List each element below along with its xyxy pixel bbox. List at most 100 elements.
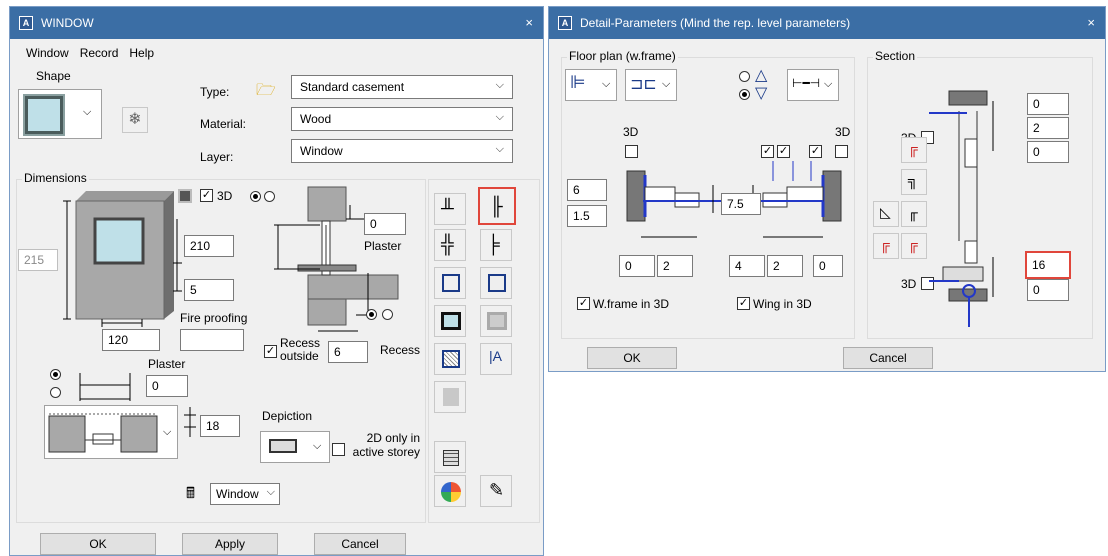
menu-record[interactable]: Record (80, 46, 119, 60)
window-title: WINDOW (41, 16, 94, 30)
triangle-up-icon: △ (755, 67, 768, 84)
fp-value-0a[interactable]: 0 (619, 255, 655, 277)
cancel-button[interactable]: Cancel (314, 533, 406, 555)
fp-value-2a[interactable]: 2 (657, 255, 693, 277)
fire-proofing-field[interactable] (180, 329, 244, 351)
section-icon-4[interactable]: ╓ (901, 201, 927, 227)
frame-icon-1[interactable] (434, 305, 466, 337)
frame-style-select[interactable]: ⊫ ⌵ (565, 69, 617, 101)
attribute-icon-disabled (434, 381, 466, 413)
3d-left-label: 3D (623, 125, 639, 139)
menu-window[interactable]: Window (26, 46, 69, 60)
close-icon[interactable]: × (525, 15, 533, 30)
radio-right-mid[interactable] (382, 309, 393, 320)
3d-right-checkbox[interactable] (835, 145, 848, 158)
opening-type-icon-4[interactable]: ╞ (480, 229, 512, 261)
check-b[interactable]: ✓ (777, 145, 790, 158)
radio-down[interactable] (739, 89, 750, 100)
radio-left-mid[interactable] (366, 309, 377, 320)
material-select[interactable]: Wood ⌵ (291, 107, 513, 131)
fp-value-6[interactable]: 6 (567, 179, 607, 201)
fp-value-2b[interactable]: 2 (767, 255, 803, 277)
window-select[interactable]: Window ⌵ (210, 483, 280, 505)
fp-value-7-5[interactable]: 7.5 (721, 193, 761, 215)
section-value-2[interactable]: 2 (1027, 117, 1069, 139)
close-icon[interactable]: × (1087, 15, 1095, 30)
radio-plaster-1[interactable] (50, 369, 61, 380)
recess-outside-checkbox[interactable]: ✓ (264, 345, 277, 358)
plaster-bottom-field[interactable]: 0 (146, 375, 188, 397)
ok-button[interactable]: OK (40, 533, 156, 555)
depiction-field[interactable]: 18 (200, 415, 240, 437)
color-wheel-icon[interactable] (434, 475, 466, 507)
wing-style-select[interactable]: ⊐⊏ ⌵ (625, 69, 677, 101)
wing-3d-checkbox[interactable]: ✓ (737, 297, 750, 310)
wframe-3d-checkbox[interactable]: ✓ (577, 297, 590, 310)
opening-type-icon-1[interactable]: ╨ (434, 193, 466, 225)
menu-bar: Window Record Help (10, 39, 543, 67)
fp-value-1-5[interactable]: 1.5 (567, 205, 607, 227)
section-value-0c[interactable]: 0 (1027, 279, 1069, 301)
detail-cancel-button[interactable]: Cancel (843, 347, 933, 369)
apply-button[interactable]: Apply (182, 533, 278, 555)
frame-style-icon: ⊫ (570, 72, 586, 92)
section-value-16[interactable]: 16 (1025, 251, 1071, 279)
3d-right-label: 3D (835, 125, 851, 139)
2d-only-label: 2D only in active storey (352, 431, 420, 459)
anchor-dimension-icon[interactable]: |A (480, 343, 512, 375)
folder-icon[interactable]: 🗁 (256, 79, 276, 106)
window-titlebar[interactable]: A WINDOW × (10, 7, 543, 39)
calculator-icon[interactable]: 🖩 (186, 483, 195, 508)
sill-field[interactable]: 5 (184, 279, 234, 301)
sill-icon-1[interactable] (434, 267, 466, 299)
plaster-top-field[interactable]: 0 (364, 213, 406, 235)
detail-ok-button[interactable]: OK (587, 347, 677, 369)
shape-selector[interactable]: ⌵ (18, 89, 102, 139)
section-icon-3[interactable]: ◺ (873, 201, 899, 227)
chevron-down-icon: ⌵ (83, 106, 92, 118)
brick-icon[interactable] (434, 441, 466, 473)
depiction-select[interactable]: ⌵ (260, 431, 330, 463)
section-drawing (929, 90, 994, 327)
pen-icon[interactable]: ✎ (480, 475, 512, 507)
section-icon-1[interactable]: ╔ (901, 137, 927, 163)
fp-value-0b[interactable]: 0 (813, 255, 843, 277)
chevron-down-icon: ⌵ (602, 78, 611, 90)
2d-only-checkbox[interactable] (332, 443, 345, 456)
snowflake-icon[interactable]: ❄ (122, 107, 148, 133)
chevron-down-icon: ⌵ (495, 111, 504, 123)
height-field[interactable]: 210 (184, 235, 234, 257)
type-select[interactable]: Standard casement ⌵ (291, 75, 513, 99)
dimension-style-select[interactable]: ⊢━⊣ ⌵ (787, 69, 839, 101)
detail-title: Detail-Parameters (Mind the rep. level p… (580, 16, 851, 30)
section-icon-5[interactable]: ╔ (873, 233, 899, 259)
fp-value-4[interactable]: 4 (729, 255, 765, 277)
material-label: Material: (200, 117, 247, 131)
menu-help[interactable]: Help (129, 46, 154, 60)
recess-field[interactable]: 6 (328, 341, 368, 363)
radio-up[interactable] (739, 71, 750, 82)
section-icon-2[interactable]: ╗ (901, 169, 927, 195)
app-icon: A (558, 16, 572, 30)
check-c[interactable]: ✓ (809, 145, 822, 158)
radio-plaster-2[interactable] (50, 387, 61, 398)
frame-icon-2-disabled (480, 305, 512, 337)
chevron-down-icon: ⌵ (163, 426, 172, 438)
section-icon-6[interactable]: ╔ (901, 233, 927, 259)
section-value-0a[interactable]: 0 (1027, 93, 1069, 115)
sill-icon-2[interactable] (480, 267, 512, 299)
opening-type-icon-2-selected[interactable]: ╟ (478, 187, 516, 225)
layer-select[interactable]: Window ⌵ (291, 139, 513, 163)
check-a[interactable]: ✓ (761, 145, 774, 158)
width-field[interactable]: 120 (102, 329, 160, 351)
opening-type-icon-3[interactable]: ╬ (434, 229, 466, 261)
layer-value: Window (300, 144, 343, 158)
dimensions-label: Dimensions (22, 171, 89, 185)
section-value-0b[interactable]: 0 (1027, 141, 1069, 163)
wing-style-icon: ⊐⊏ (630, 76, 657, 93)
3d-left-checkbox[interactable] (625, 145, 638, 158)
depiction-style-select[interactable]: ⌵ (44, 405, 178, 459)
detail-titlebar[interactable]: A Detail-Parameters (Mind the rep. level… (549, 7, 1105, 39)
window-shape-icon (23, 94, 65, 136)
texture-icon[interactable] (434, 343, 466, 375)
